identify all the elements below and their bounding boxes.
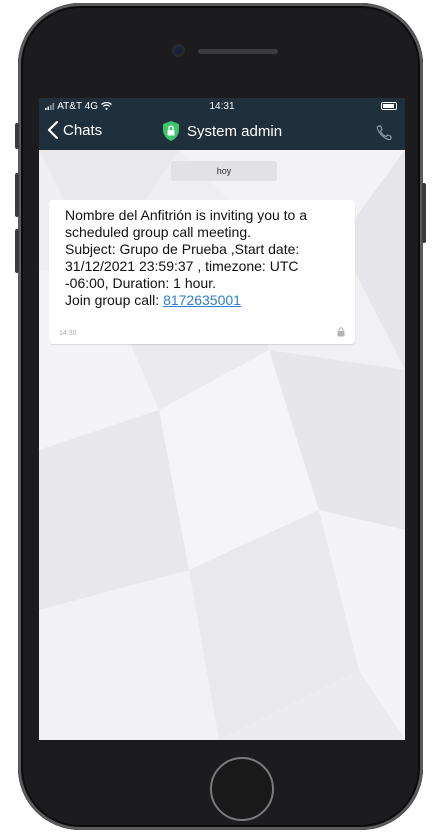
- message-time: 14:30: [59, 330, 77, 337]
- join-call-line: Join group call: 8172635001: [65, 292, 365, 309]
- status-time: 14:31: [209, 101, 235, 112]
- join-call-link[interactable]: 8172635001: [163, 292, 241, 308]
- message-line: -06:00, Duration: 1 hour.: [65, 275, 216, 291]
- power-button: [422, 183, 426, 243]
- message-line: scheduled group call meeting.: [65, 224, 252, 240]
- message-text: Nombre del Anfitrión is inviting you to …: [65, 207, 365, 309]
- home-button[interactable]: [210, 757, 274, 821]
- message-bubble[interactable]: Nombre del Anfitrión is inviting you to …: [49, 200, 355, 344]
- join-call-label: Join group call:: [65, 292, 164, 308]
- shield-lock-icon: [163, 121, 179, 141]
- message-line: Subject: Grupo de Prueba ,Start date:: [65, 241, 300, 257]
- contact-title[interactable]: System admin: [161, 120, 282, 142]
- chat-title: System admin: [187, 122, 283, 140]
- chevron-left-icon: [47, 121, 59, 139]
- chat-area: hoy Nombre del Anfitrión is inviting you…: [39, 150, 405, 740]
- message-line: 31/12/2021 23:59:37 , timezone: UTC: [65, 258, 299, 274]
- back-button[interactable]: Chats: [47, 121, 102, 139]
- date-chip: hoy: [171, 161, 277, 181]
- volume-down-button: [15, 229, 19, 273]
- volume-up-button: [15, 173, 19, 217]
- mute-switch: [15, 123, 19, 149]
- phone-call-icon[interactable]: [375, 124, 393, 142]
- battery-icon: [381, 102, 397, 110]
- message-line: Nombre del Anfitrión is inviting you to …: [65, 207, 308, 223]
- status-bar: AT&T 4G 14:31: [39, 98, 405, 115]
- earpiece-speaker: [198, 49, 278, 54]
- lock-icon: [337, 327, 345, 337]
- front-camera: [174, 46, 183, 55]
- phone-screen: AT&T 4G 14:31 Chats System admin hoy Nom…: [39, 98, 405, 740]
- chat-header: Chats System admin: [39, 115, 405, 150]
- back-label: Chats: [63, 121, 103, 139]
